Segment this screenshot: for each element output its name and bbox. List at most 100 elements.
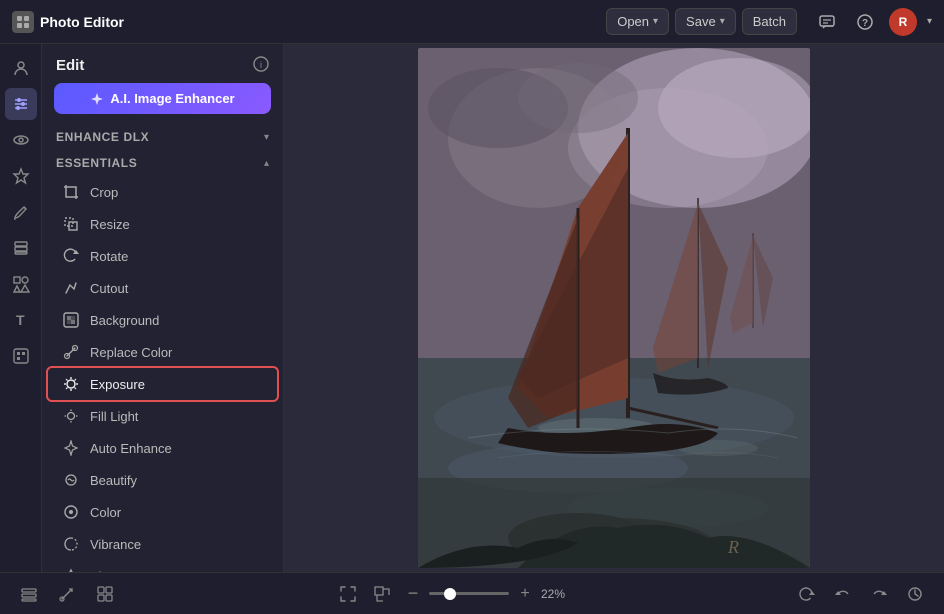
fill-light-icon (62, 407, 80, 425)
background-icon (62, 311, 80, 329)
menu-item-replace-color[interactable]: Replace Color (48, 336, 277, 368)
sidebar-item-sliders[interactable] (5, 88, 37, 120)
menu-item-cutout[interactable]: Cutout (48, 272, 277, 304)
layers-toggle-button[interactable] (16, 581, 42, 607)
history-button[interactable] (902, 581, 928, 607)
essentials-section[interactable]: Essentials ▴ (42, 150, 283, 176)
sidebar-item-star[interactable] (5, 160, 37, 192)
sidebar-item-brush[interactable] (5, 196, 37, 228)
cutout-icon (62, 279, 80, 297)
user-avatar[interactable]: R (889, 8, 917, 36)
zoom-in-button[interactable]: + (515, 581, 535, 607)
svg-text:R: R (727, 537, 739, 557)
canvas-area: R (284, 44, 944, 572)
menu-item-beautify[interactable]: Beautify (48, 464, 277, 496)
app-title: Photo Editor (40, 14, 124, 30)
crop-icon (62, 183, 80, 201)
menu-item-color-label: Color (90, 505, 121, 520)
grid-view-button[interactable] (92, 581, 118, 607)
essentials-label: Essentials (56, 156, 137, 170)
topbar-right: ? R ▾ (813, 8, 932, 36)
side-panel: Edit i A.I. Image Enhancer Enhance DLX ▾ (42, 44, 284, 572)
menu-item-crop[interactable]: Crop (48, 176, 277, 208)
enhance-dlx-chevron: ▾ (264, 132, 269, 143)
vibrance-icon (62, 535, 80, 553)
menu-item-resize[interactable]: Resize (48, 208, 277, 240)
sidebar-item-eye[interactable] (5, 124, 37, 156)
sidebar-item-layers[interactable] (5, 232, 37, 264)
exposure-icon (62, 375, 80, 393)
sidebar-item-text[interactable]: T (5, 304, 37, 336)
undo-button[interactable] (830, 581, 856, 607)
beautify-icon (62, 471, 80, 489)
zoom-percentage: 22% (541, 587, 577, 601)
user-chevron[interactable]: ▾ (927, 16, 932, 27)
info-icon[interactable]: i (253, 56, 269, 75)
comment-button[interactable] (813, 8, 841, 36)
ai-image-enhancer-button[interactable]: A.I. Image Enhancer (54, 83, 271, 114)
bottom-right (794, 581, 928, 607)
main-area: T Edit i A.I. (0, 44, 944, 572)
auto-enhance-icon (62, 439, 80, 457)
save-chevron: ▾ (720, 16, 725, 27)
bottom-bar: − + 22% (0, 572, 944, 614)
menu-item-sharpen[interactable]: Sharpen (48, 560, 277, 572)
menu-item-rotate[interactable]: Rotate (48, 240, 277, 272)
menu-item-vibrance[interactable]: Vibrance (48, 528, 277, 560)
sidebar-item-shapes[interactable] (5, 268, 37, 300)
menu-item-exposure[interactable]: Exposure (48, 368, 277, 400)
pen-tool-button[interactable] (54, 581, 80, 607)
enhance-dlx-label: Enhance DLX (56, 130, 149, 144)
sidebar-item-export[interactable] (5, 340, 37, 372)
open-button[interactable]: Open ▾ (606, 8, 669, 35)
svg-text:T: T (16, 312, 25, 328)
rotate-icon (62, 247, 80, 265)
menu-item-background[interactable]: Background (48, 304, 277, 336)
app-logo: Photo Editor (12, 11, 124, 33)
menu-list: Enhance DLX ▾ Essentials ▴ Crop (42, 124, 283, 572)
image-container: R (418, 48, 810, 568)
logo-icon (12, 11, 34, 33)
topbar: Photo Editor Open ▾ Save ▾ Batch ? (0, 0, 944, 44)
color-icon (62, 503, 80, 521)
menu-item-auto-enhance[interactable]: Auto Enhance (48, 432, 277, 464)
painting-image: R (418, 48, 810, 568)
menu-item-cutout-label: Cutout (90, 281, 128, 296)
menu-item-beautify-label: Beautify (90, 473, 137, 488)
bottom-left (16, 581, 118, 607)
zoom-control: − + 22% (403, 581, 577, 607)
bottom-center: − + 22% (335, 581, 577, 607)
zoom-slider[interactable] (429, 592, 509, 595)
replace-color-icon (62, 343, 80, 361)
fit-screen-button[interactable] (335, 581, 361, 607)
menu-item-fill-light[interactable]: Fill Light (48, 400, 277, 432)
zoom-out-button[interactable]: − (403, 581, 423, 607)
topbar-center: Open ▾ Save ▾ Batch (606, 8, 797, 35)
refresh-button[interactable] (794, 581, 820, 607)
menu-item-exposure-label: Exposure (90, 377, 145, 392)
enhance-dlx-section[interactable]: Enhance DLX ▾ (42, 124, 283, 150)
panel-title: Edit (56, 57, 84, 74)
sidebar-item-person[interactable] (5, 52, 37, 84)
svg-text:?: ? (862, 18, 868, 29)
menu-item-background-label: Background (90, 313, 159, 328)
essentials-chevron: ▴ (264, 158, 269, 169)
save-button[interactable]: Save ▾ (675, 8, 736, 35)
crop-zoom-button[interactable] (369, 581, 395, 607)
menu-item-color[interactable]: Color (48, 496, 277, 528)
menu-item-auto-enhance-label: Auto Enhance (90, 441, 172, 456)
menu-item-rotate-label: Rotate (90, 249, 128, 264)
menu-item-replace-color-label: Replace Color (90, 345, 172, 360)
redo-button[interactable] (866, 581, 892, 607)
menu-item-crop-label: Crop (90, 185, 118, 200)
help-button[interactable]: ? (851, 8, 879, 36)
open-chevron: ▾ (653, 16, 658, 27)
menu-item-resize-label: Resize (90, 217, 130, 232)
svg-text:i: i (260, 60, 262, 70)
batch-button[interactable]: Batch (742, 8, 797, 35)
resize-icon (62, 215, 80, 233)
menu-item-vibrance-label: Vibrance (90, 537, 141, 552)
panel-header: Edit i (42, 44, 283, 83)
menu-item-fill-light-label: Fill Light (90, 409, 138, 424)
icon-bar: T (0, 44, 42, 572)
